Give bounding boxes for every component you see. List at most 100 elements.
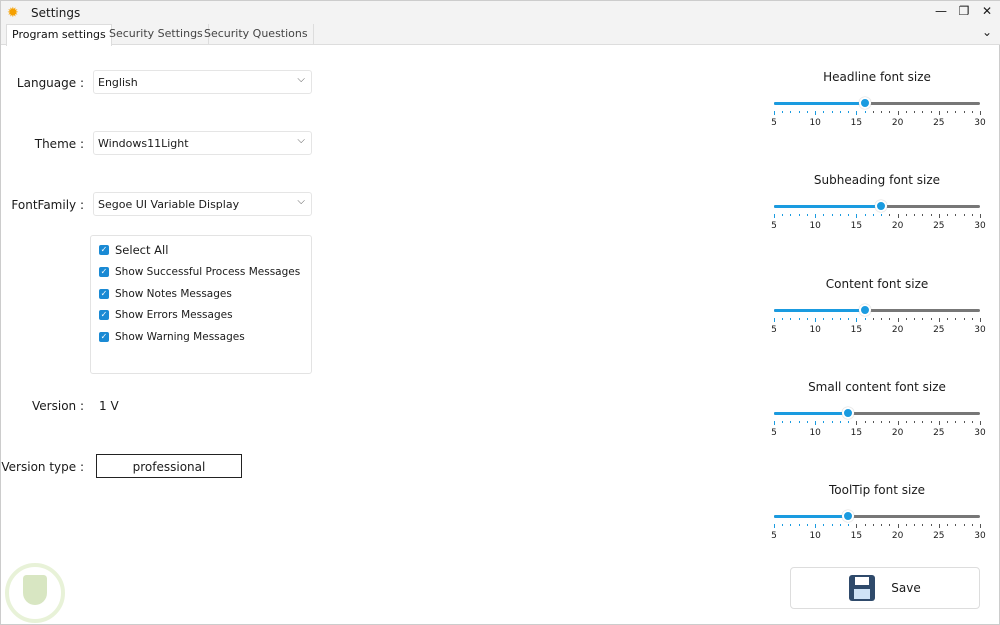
slider-tick	[848, 111, 850, 113]
slider-tick	[938, 111, 940, 115]
slider-tick	[889, 421, 891, 423]
slider-tick	[798, 214, 800, 216]
tabs-overflow-chevron-icon[interactable]: ⌄	[977, 25, 997, 39]
slider-tick	[947, 318, 949, 320]
language-select[interactable]: English ⌵	[93, 70, 312, 94]
slider-tick	[955, 318, 957, 320]
checkbox-errors-messages[interactable]: ✓ Show Errors Messages	[99, 309, 233, 321]
checkbox-label: Show Warning Messages	[115, 331, 245, 343]
font-size-slider[interactable]: Small content font size 5 10 15 20 25 30	[771, 380, 986, 460]
tick-label: 20	[891, 118, 904, 128]
slider-tick	[798, 318, 800, 320]
slider-tick	[963, 524, 965, 526]
slider-tick	[790, 524, 792, 526]
slider-thumb[interactable]	[858, 97, 871, 109]
slider-tick	[839, 524, 841, 526]
checkbox-warning-messages[interactable]: ✓ Show Warning Messages	[99, 331, 245, 343]
slider-tick	[922, 214, 924, 216]
slider-tick	[864, 111, 866, 113]
slider-tick	[914, 524, 916, 526]
slider-ticks	[774, 214, 981, 219]
checkbox-label: Show Notes Messages	[115, 288, 232, 300]
slider-thumb[interactable]	[842, 510, 855, 522]
slider-thumb[interactable]	[858, 304, 871, 316]
slider-tick	[806, 524, 808, 526]
slider-title: Headline font size	[823, 70, 931, 84]
slider-tick	[955, 111, 957, 113]
slider-tick	[971, 214, 973, 216]
save-button[interactable]: Save	[790, 567, 980, 609]
slider-title: Subheading font size	[813, 173, 941, 187]
slider-tick	[839, 214, 841, 216]
font-size-slider[interactable]: Headline font size 5 10 15 20 25 30	[771, 70, 986, 150]
slider-tick	[864, 214, 866, 216]
tick-label: 5	[771, 428, 777, 438]
slider-tick	[790, 111, 792, 113]
slider-track[interactable]	[774, 407, 980, 419]
font-size-slider[interactable]: ToolTip font size 5 10 15 20 25 30	[771, 483, 986, 563]
font-family-select[interactable]: Segoe UI Variable Display ⌵	[93, 192, 312, 216]
tab-security-questions[interactable]: Security Questions	[199, 24, 314, 45]
tab-security-settings[interactable]: Security Settings	[104, 24, 209, 45]
slider-tick	[848, 524, 850, 526]
slider-tick	[922, 421, 924, 423]
slider-tick	[815, 524, 817, 528]
checkbox-select-all[interactable]: ✓ Select All	[99, 243, 168, 257]
slider-tick	[947, 214, 949, 216]
checkbox-notes-messages[interactable]: ✓ Show Notes Messages	[99, 288, 232, 300]
slider-tick	[922, 524, 924, 526]
font-size-slider[interactable]: Content font size 5 10 15 20 25 30	[771, 277, 986, 357]
slider-fill	[774, 309, 865, 312]
slider-tick	[806, 318, 808, 320]
slider-tick	[790, 421, 792, 423]
slider-tick	[774, 214, 775, 218]
slider-track[interactable]	[774, 304, 980, 316]
slider-tick	[930, 524, 932, 526]
slider-tick	[971, 318, 973, 320]
minimize-button[interactable]: —	[931, 4, 951, 18]
version-value: 1 V	[99, 399, 119, 413]
maximize-button[interactable]: ❐	[954, 4, 974, 18]
tab-program-settings[interactable]: Program settings	[6, 24, 112, 46]
slider-tick	[815, 318, 817, 322]
close-button[interactable]: ✕	[977, 4, 997, 18]
slider-tick	[774, 421, 775, 425]
font-family-value: Segoe UI Variable Display	[98, 198, 240, 211]
slider-tick	[864, 524, 866, 526]
slider-tick	[930, 214, 932, 216]
slider-thumb[interactable]	[842, 407, 855, 419]
slider-tick	[831, 421, 833, 423]
slider-tick	[782, 214, 784, 216]
language-label: Language :	[16, 76, 84, 90]
theme-select[interactable]: Windows11Light ⌵	[93, 131, 312, 155]
tick-label: 30	[974, 118, 986, 128]
slider-tick	[864, 318, 866, 320]
slider-track[interactable]	[774, 510, 980, 522]
font-size-slider[interactable]: Subheading font size 5 10 15 20 25 30	[771, 173, 986, 253]
chevron-down-icon: ⌵	[297, 196, 305, 207]
tick-label: 30	[974, 325, 986, 335]
tick-label: 15	[850, 428, 863, 438]
tick-label: 15	[850, 531, 863, 541]
check-icon: ✓	[99, 332, 109, 342]
slider-ticks	[774, 111, 981, 116]
chevron-down-icon: ⌵	[297, 135, 305, 146]
version-type-label: Version type :	[1, 460, 84, 474]
slider-tick	[815, 111, 817, 115]
slider-tick	[881, 421, 883, 423]
checkbox-label: Show Errors Messages	[115, 309, 233, 321]
checkbox-success-messages[interactable]: ✓ Show Successful Process Messages	[99, 266, 300, 278]
slider-tick	[889, 111, 891, 113]
floppy-disk-icon	[849, 575, 876, 601]
slider-track[interactable]	[774, 200, 980, 212]
slider-fill	[774, 515, 849, 518]
slider-thumb[interactable]	[875, 200, 888, 212]
tick-label: 30	[974, 531, 986, 541]
window-title: Settings	[31, 5, 81, 20]
slider-tick	[831, 214, 833, 216]
slider-track[interactable]	[774, 97, 980, 109]
slider-tick	[980, 111, 981, 115]
slider-tick	[881, 111, 883, 113]
slider-tick	[782, 524, 784, 526]
slider-tick	[831, 111, 833, 113]
